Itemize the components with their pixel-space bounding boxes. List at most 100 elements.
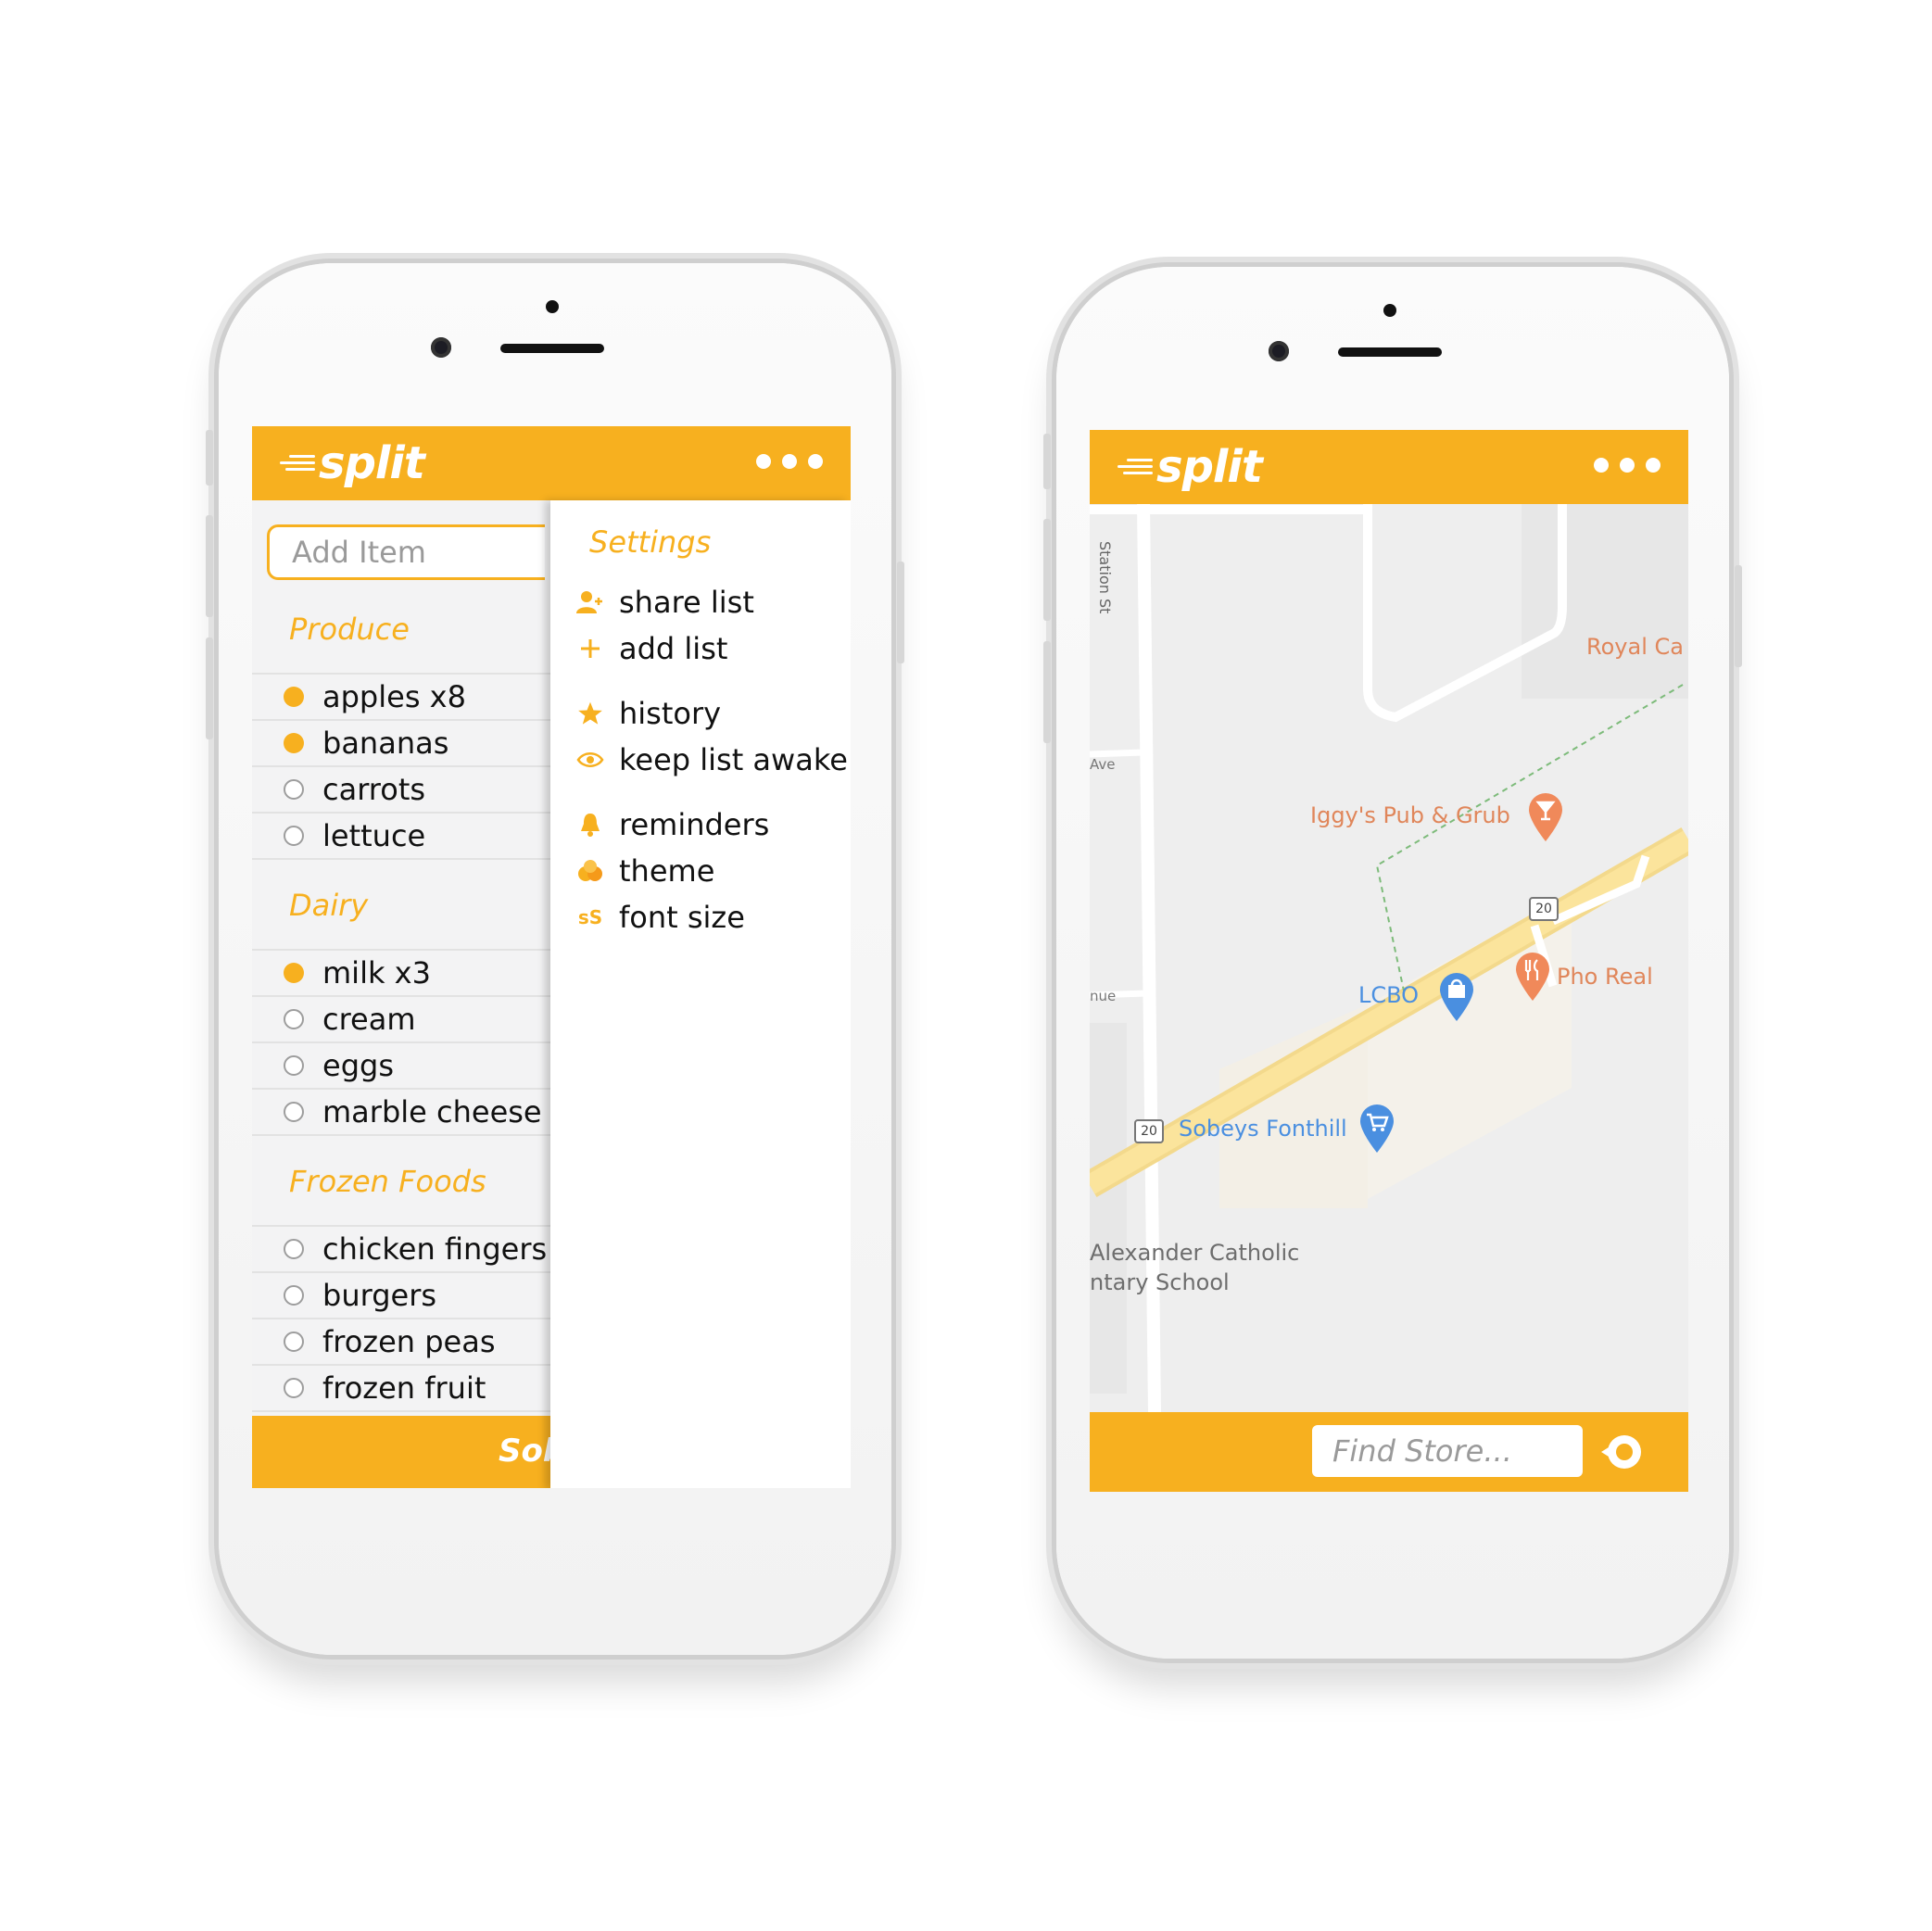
proximity-sensor xyxy=(546,300,559,313)
unchecked-circle-icon[interactable] xyxy=(284,1332,304,1352)
section-title-dairy: Dairy xyxy=(289,888,369,923)
list-item[interactable]: marble cheese xyxy=(252,1088,550,1136)
palette-icon xyxy=(576,857,604,885)
menu-item-history[interactable]: history xyxy=(576,691,721,736)
app-logo-text: split xyxy=(319,437,425,489)
logo-speed-lines-icon xyxy=(1114,455,1153,479)
unchecked-circle-icon[interactable] xyxy=(284,1285,304,1306)
section-title-frozen-foods: Frozen Foods xyxy=(289,1164,486,1199)
app-bar: split xyxy=(1090,430,1688,504)
menu-item-theme[interactable]: theme xyxy=(576,849,714,893)
unchecked-circle-icon[interactable] xyxy=(284,1378,304,1398)
unchecked-circle-icon[interactable] xyxy=(284,779,304,800)
app-bar: split xyxy=(252,426,851,500)
app-logo[interactable]: split xyxy=(276,435,425,491)
menu-label: keep list awake xyxy=(619,742,848,777)
find-store-field[interactable] xyxy=(1312,1425,1583,1477)
phone-right: split Station St Ave nue Royal Ca Iggy's… xyxy=(1043,267,1742,1659)
front-camera xyxy=(431,337,451,358)
list-item[interactable]: milk x3 xyxy=(252,949,550,995)
menu-label: reminders xyxy=(619,807,770,842)
menu-label: add list xyxy=(619,631,728,666)
mute-switch xyxy=(206,430,213,486)
map-label-school-line1: Alexander Catholic xyxy=(1090,1240,1300,1266)
map-label-royal: Royal Ca xyxy=(1586,634,1684,660)
earpiece-speaker xyxy=(500,344,604,353)
earpiece-speaker xyxy=(1338,347,1442,357)
menu-item-font-size[interactable]: sS font size xyxy=(576,895,745,940)
checked-dot-icon[interactable] xyxy=(284,963,304,983)
settings-panel: Settings share list add list history kee… xyxy=(550,500,851,1488)
unchecked-circle-icon[interactable] xyxy=(284,1102,304,1122)
settings-title: Settings xyxy=(589,524,712,560)
list-item[interactable]: chicken fingers xyxy=(252,1225,550,1271)
map-label-school-line2: ntary School xyxy=(1090,1269,1230,1295)
plus-icon xyxy=(576,635,604,663)
menu-label: font size xyxy=(619,900,745,935)
bell-icon xyxy=(576,811,604,839)
item-label: milk x3 xyxy=(322,955,431,991)
highway-shield-icon: 20 xyxy=(1529,897,1559,921)
map-label-pho-real[interactable]: Pho Real xyxy=(1557,964,1653,990)
map-view[interactable]: Station St Ave nue Royal Ca Iggy's Pub &… xyxy=(1090,504,1688,1412)
menu-label: history xyxy=(619,696,722,731)
add-item-input[interactable] xyxy=(270,527,545,577)
highway-shield-icon: 20 xyxy=(1134,1119,1164,1143)
unchecked-circle-icon[interactable] xyxy=(284,1009,304,1029)
map-label-nue: nue xyxy=(1090,988,1117,1004)
list-item[interactable]: lettuce xyxy=(252,812,550,860)
highway-number: 20 xyxy=(1535,902,1552,916)
list-item[interactable]: cream xyxy=(252,995,550,1041)
list-item[interactable]: frozen fruit xyxy=(252,1364,550,1412)
checked-dot-icon[interactable] xyxy=(284,687,304,707)
app-logo[interactable]: split xyxy=(1114,439,1263,495)
list-bottom-bar[interactable]: Sob xyxy=(252,1416,565,1488)
list-item[interactable]: carrots xyxy=(252,765,550,812)
find-store-input[interactable] xyxy=(1312,1425,1583,1477)
star-icon xyxy=(576,700,604,727)
map-label-station-st: Station St xyxy=(1096,541,1114,614)
shopping-list: Produce apples x8 bananas carrots lettuc… xyxy=(252,500,550,1416)
item-label: frozen peas xyxy=(322,1324,496,1359)
item-label: chicken fingers xyxy=(322,1231,548,1267)
map-label-iggys[interactable]: Iggy's Pub & Grub xyxy=(1310,802,1510,828)
menu-label: share list xyxy=(619,585,754,620)
font-size-icon: sS xyxy=(576,903,604,931)
map-label-sobeys[interactable]: Sobeys Fonthill xyxy=(1179,1116,1347,1142)
menu-item-keep-list-awake[interactable]: keep list awake xyxy=(576,738,848,782)
font-size-glyph: sS xyxy=(577,906,603,928)
map-label-lcbo[interactable]: LCBO xyxy=(1358,982,1419,1008)
mute-switch xyxy=(1043,434,1051,489)
list-item[interactable]: apples x8 xyxy=(252,673,550,719)
front-camera xyxy=(1269,341,1289,361)
more-menu-button[interactable] xyxy=(1594,458,1661,473)
app-logo-text: split xyxy=(1156,441,1263,493)
list-item[interactable]: bananas xyxy=(252,719,550,765)
unchecked-circle-icon[interactable] xyxy=(284,1239,304,1259)
checked-dot-icon[interactable] xyxy=(284,733,304,753)
volume-up-button xyxy=(1043,519,1051,621)
section-title-produce: Produce xyxy=(289,612,410,647)
list-item[interactable]: eggs xyxy=(252,1041,550,1088)
list-item[interactable]: burgers xyxy=(252,1271,550,1318)
add-item-field[interactable] xyxy=(267,524,545,580)
unchecked-circle-icon[interactable] xyxy=(284,1055,304,1076)
list-item[interactable]: frozen peas xyxy=(252,1318,550,1364)
item-label: apples x8 xyxy=(322,679,466,714)
map-screen: split Station St Ave nue Royal Ca Iggy's… xyxy=(1090,430,1688,1492)
logo-speed-lines-icon xyxy=(276,451,315,475)
volume-down-button xyxy=(206,637,213,739)
eye-icon xyxy=(576,746,604,774)
menu-item-reminders[interactable]: reminders xyxy=(576,802,769,847)
menu-item-share-list[interactable]: share list xyxy=(576,580,754,625)
unchecked-circle-icon[interactable] xyxy=(284,826,304,846)
highway-number: 20 xyxy=(1141,1124,1157,1139)
menu-item-add-list[interactable]: add list xyxy=(576,626,727,671)
map-label-ave: Ave xyxy=(1090,756,1116,773)
power-button xyxy=(1735,565,1742,667)
item-label: eggs xyxy=(322,1048,394,1083)
locate-button[interactable] xyxy=(1599,1429,1646,1475)
item-label: bananas xyxy=(322,726,449,761)
more-menu-button[interactable] xyxy=(756,454,823,469)
phone-left: split Produce apples x8 bananas carrots … xyxy=(206,263,904,1655)
